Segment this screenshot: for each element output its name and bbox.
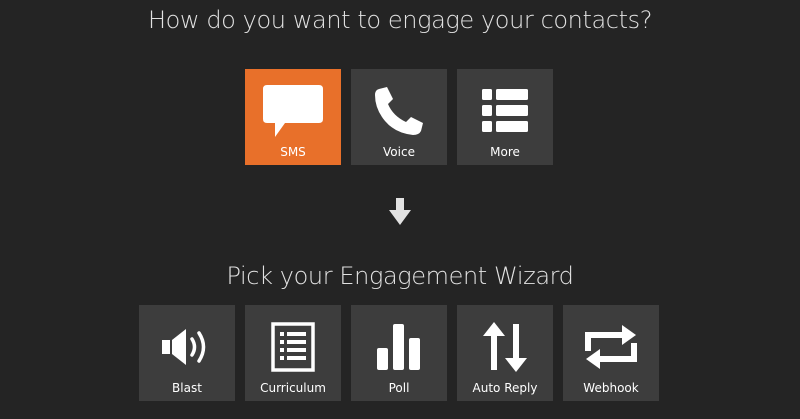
engagement-page: How do you want to engage your contacts?… [0, 0, 800, 419]
phone-icon [351, 81, 447, 141]
channel-options: SMS Voice More [245, 69, 553, 165]
document-list-icon [245, 317, 341, 377]
channel-sms-tile[interactable]: SMS [245, 69, 341, 165]
wizard-poll-tile[interactable]: Poll [351, 305, 447, 401]
up-down-arrows-icon [457, 317, 553, 377]
speech-bubble-icon [245, 81, 341, 141]
wizard-options: Blast Curriculum Poll Auto Reply Webhook [139, 305, 659, 401]
wizard-blast-tile[interactable]: Blast [139, 305, 235, 401]
channel-more-tile[interactable]: More [457, 69, 553, 165]
bar-chart-icon [351, 317, 447, 377]
wizard-auto-reply-label: Auto Reply [472, 381, 538, 395]
wizard-blast-label: Blast [172, 381, 202, 395]
speaker-icon [139, 317, 235, 377]
repeat-icon [563, 317, 659, 377]
wizard-poll-label: Poll [388, 381, 410, 395]
wizard-curriculum-label: Curriculum [260, 381, 326, 395]
wizard-auto-reply-tile[interactable]: Auto Reply [457, 305, 553, 401]
channel-more-label: More [490, 145, 520, 159]
channel-voice-label: Voice [383, 145, 415, 159]
wizard-curriculum-tile[interactable]: Curriculum [245, 305, 341, 401]
list-icon [457, 81, 553, 141]
arrow-down-icon [389, 198, 411, 225]
wizard-webhook-tile[interactable]: Webhook [563, 305, 659, 401]
channel-question-heading: How do you want to engage your contacts? [147, 6, 653, 34]
wizard-webhook-label: Webhook [583, 381, 639, 395]
wizard-prompt-heading: Pick your Engagement Wizard [226, 262, 574, 290]
channel-sms-label: SMS [280, 145, 306, 159]
channel-voice-tile[interactable]: Voice [351, 69, 447, 165]
